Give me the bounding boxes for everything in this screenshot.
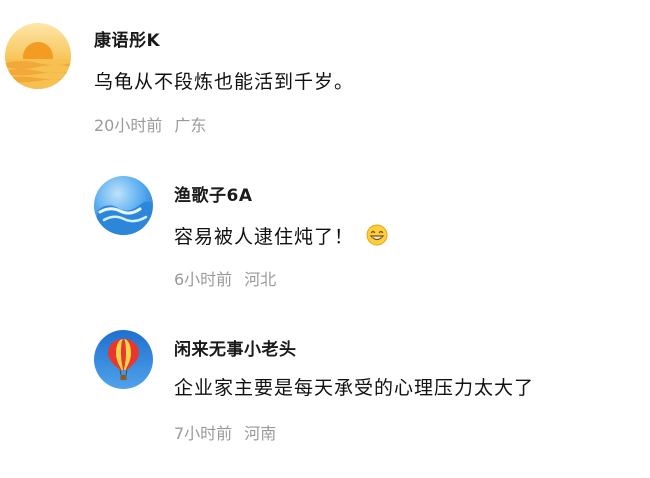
comment-meta: 7小时前 河南 — [174, 420, 276, 444]
username[interactable]: 渔歌子6A — [174, 181, 253, 206]
comment-text: 企业家主要是每天承受的心理压力太大了 — [174, 377, 535, 399]
sunset-avatar-icon[interactable] — [5, 23, 71, 89]
sea-wave-avatar-icon[interactable] — [94, 176, 153, 235]
username[interactable]: 闲来无事小老头 — [174, 335, 297, 360]
comment-text: 乌龟从不段炼也能活到千岁。 — [94, 71, 355, 93]
hot-air-balloon-avatar-icon[interactable] — [94, 330, 153, 389]
comment-text-body: 容易被人逮住炖了！ — [174, 226, 355, 248]
grin-emoji-icon — [366, 224, 388, 251]
comment-text: 容易被人逮住炖了！ — [174, 222, 388, 251]
comment-time: 20小时前 — [94, 116, 163, 135]
comment-meta: 6小时前 河北 — [174, 266, 276, 290]
comment-location: 河南 — [244, 424, 277, 443]
comment-location: 广东 — [174, 116, 207, 135]
comment-meta: 20小时前 广东 — [94, 112, 206, 136]
comment-time: 7小时前 — [174, 424, 233, 443]
username[interactable]: 康语彤K — [94, 26, 160, 51]
comment-time: 6小时前 — [174, 270, 233, 289]
comment-location: 河北 — [244, 270, 277, 289]
